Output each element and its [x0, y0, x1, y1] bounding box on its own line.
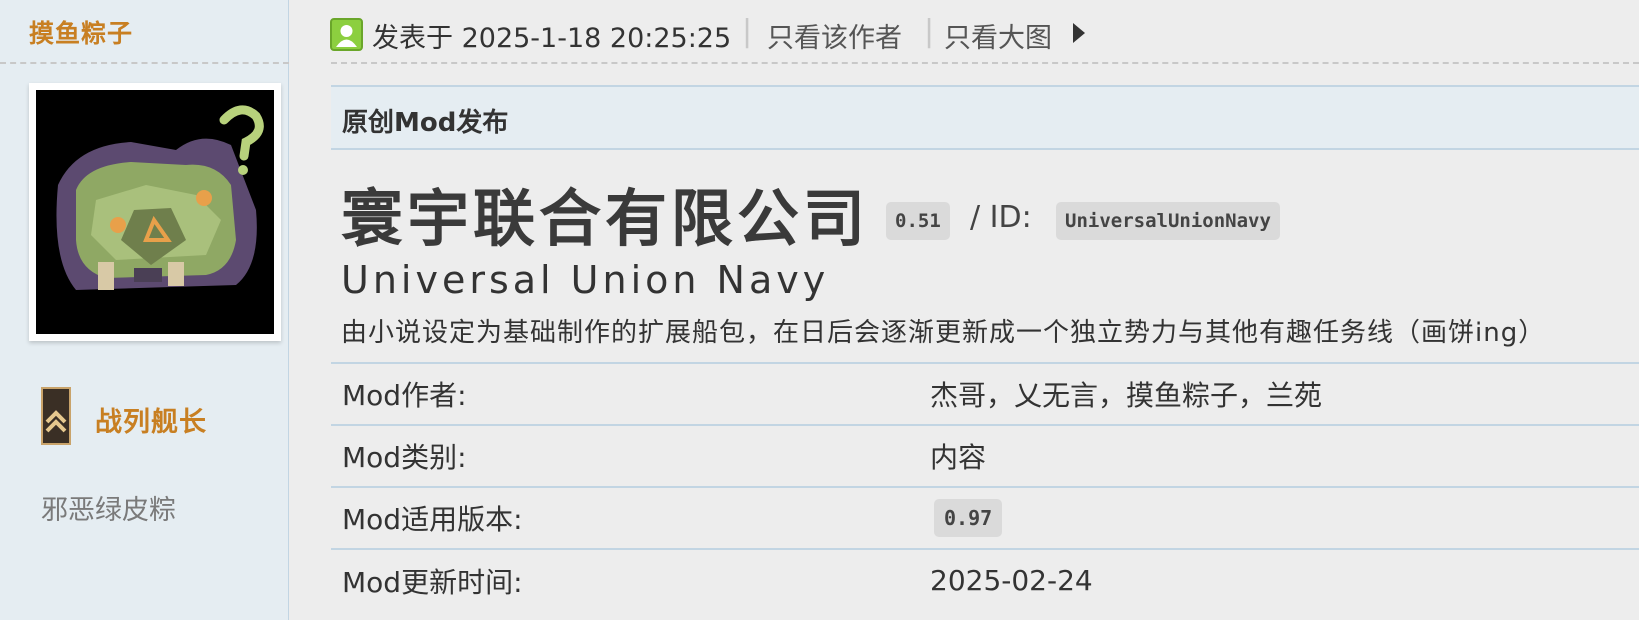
table-row: Mod作者: 杰哥，乂无言，摸鱼粽子，兰苑 [331, 362, 1639, 425]
author-sidebar: 摸鱼粽子 战列舰长 邪恶绿皮粽 [0, 0, 289, 620]
table-row: Mod类别: 内容 [331, 424, 1639, 487]
rank-title: 战列舰长 [95, 407, 207, 438]
user-online-icon [330, 18, 363, 51]
mod-info-table: Mod作者: 杰哥，乂无言，摸鱼粽子，兰苑 Mod类别: 内容 Mod适用版本:… [331, 362, 1639, 611]
category-label[interactable]: 原创Mod发布 [342, 102, 508, 139]
post-timestamp: 发表于 2025-1-18 20:25:25 [372, 23, 732, 54]
rank-chevron-icon [41, 387, 71, 445]
table-row: Mod适用版本: 0.97 [331, 486, 1639, 549]
author-name-link[interactable]: 摸鱼粽子 [29, 14, 133, 50]
header-divider [331, 62, 1639, 64]
mod-version-badge: 0.51 [886, 202, 950, 240]
info-value: 2025-02-24 [919, 548, 1639, 611]
avatar-image [36, 90, 274, 334]
info-label: Mod更新时间: [331, 548, 919, 611]
info-label: Mod作者: [331, 362, 919, 425]
game-version-badge: 0.97 [934, 499, 1003, 537]
mod-id-label: / ID: [970, 200, 1032, 235]
info-value: 内容 [919, 424, 1639, 487]
mod-id-badge: UniversalUnionNavy [1056, 202, 1280, 240]
mod-description: 由小说设定为基础制作的扩展船包，在日后会逐渐更新成一个独立势力与其他有趣任务线（… [341, 318, 1546, 348]
table-row: Mod更新时间: 2025-02-24 [331, 548, 1639, 611]
category-bar: 原创Mod发布 [331, 85, 1639, 150]
mod-title: 寰宇联合有限公司 [341, 182, 870, 255]
sidebar-divider [0, 62, 289, 64]
info-label: Mod类别: [331, 424, 919, 487]
info-label: Mod适用版本: [331, 486, 919, 549]
header-separator: | [742, 14, 753, 49]
avatar[interactable] [29, 83, 281, 341]
info-value: 杰哥，乂无言，摸鱼粽子，兰苑 [919, 362, 1639, 425]
rank-badge: 战列舰长 [40, 386, 280, 446]
user-title: 邪恶绿皮粽 [41, 495, 176, 526]
caret-right-icon[interactable] [1072, 22, 1086, 44]
post-header: 发表于 2025-1-18 20:25:25 | 只看该作者 | 只看大图 [330, 14, 1630, 54]
only-images-link[interactable]: 只看大图 [944, 16, 1052, 55]
mod-subtitle: Universal Union Navy [341, 258, 830, 302]
info-value-cell: 0.97 [919, 486, 1639, 549]
only-author-link[interactable]: 只看该作者 [767, 16, 902, 55]
header-separator: | [924, 14, 935, 49]
